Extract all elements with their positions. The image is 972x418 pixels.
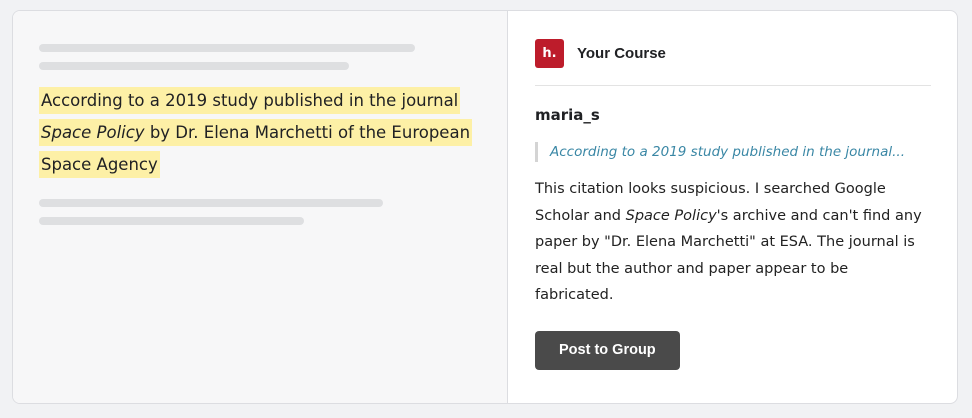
highlight-text-line1: According to a 2019 study published in t…	[41, 91, 459, 110]
document-pane: According to a 2019 study published in t…	[13, 11, 508, 403]
annotation-username[interactable]: maria_s	[535, 106, 931, 124]
placeholder-line	[39, 62, 349, 70]
placeholder-line	[39, 44, 415, 52]
post-to-group-button[interactable]: Post to Group	[535, 330, 680, 370]
annotation-comment: This citation looks suspicious. I search…	[535, 176, 931, 309]
comment-journal-name: Space Policy	[625, 207, 717, 224]
annotation-quote: According to a 2019 study published in t…	[535, 142, 931, 162]
course-title: Your Course	[577, 44, 666, 62]
placeholder-line	[39, 217, 304, 225]
highlight-journal-name: Space Policy	[41, 123, 145, 142]
highlighted-text[interactable]: According to a 2019 study published in t…	[39, 87, 473, 178]
sidebar-header: h. Your Course	[535, 11, 931, 86]
hypothesis-logo-icon: h.	[535, 38, 564, 68]
placeholder-line	[39, 199, 383, 207]
document-passage: According to a 2019 study published in t…	[39, 85, 479, 181]
annotation-sidebar: h. Your Course maria_s According to a 20…	[508, 11, 957, 403]
main-card: According to a 2019 study published in t…	[12, 10, 958, 404]
